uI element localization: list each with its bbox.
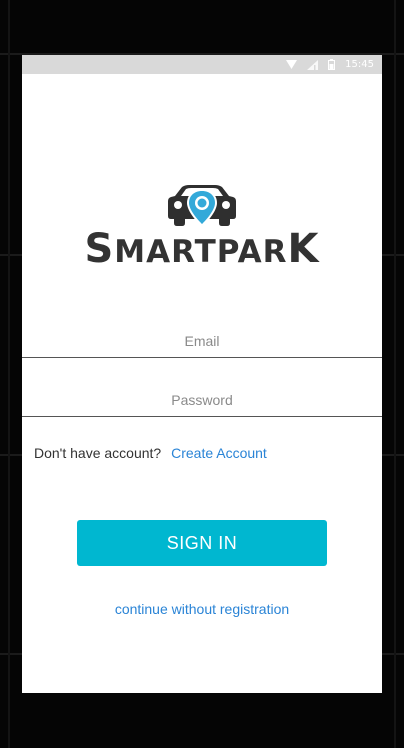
password-field-container [22, 386, 382, 417]
logo-wordmark: SMARTPARK [84, 226, 320, 272]
account-row: Don't have account? Create Account [34, 445, 267, 461]
account-prompt: Don't have account? [34, 445, 162, 461]
continue-without-registration-link[interactable]: continue without registration [22, 601, 382, 617]
password-field[interactable] [22, 386, 382, 414]
smartpark-logo: SMARTPARK [22, 183, 382, 269]
background-divider [394, 0, 396, 748]
wifi-icon [286, 60, 298, 69]
signal-icon [307, 59, 319, 70]
phone-screen: 15:45 SMARTPARK Don't have account? Crea… [22, 55, 382, 693]
car-location-pin-icon [168, 185, 236, 227]
create-account-link[interactable]: Create Account [171, 445, 267, 461]
email-field[interactable] [22, 327, 382, 355]
background-divider [8, 0, 10, 748]
status-bar: 15:45 [22, 55, 382, 74]
sign-in-button[interactable]: SIGN IN [77, 520, 327, 566]
status-time: 15:45 [345, 59, 374, 70]
email-field-container [22, 327, 382, 358]
battery-icon [328, 59, 336, 70]
